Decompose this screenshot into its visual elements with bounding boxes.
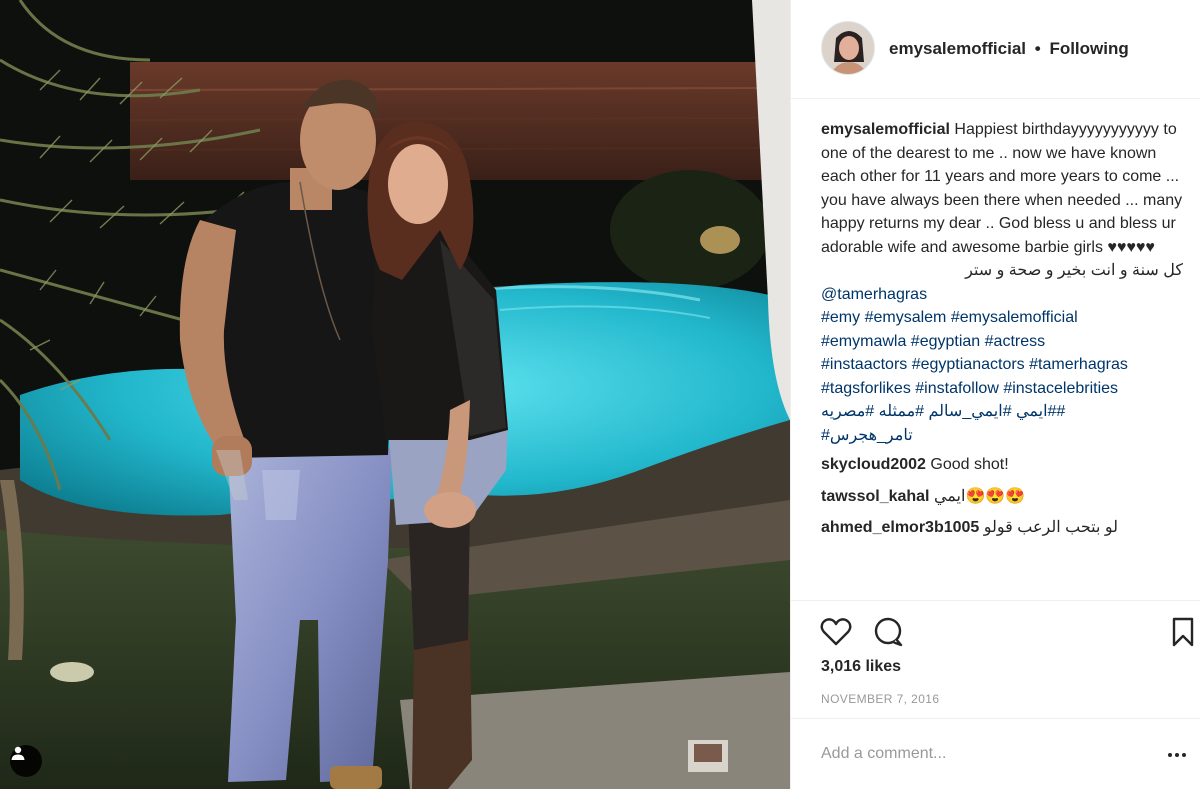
post-header: emysalemofficial • Following bbox=[791, 0, 1200, 99]
post-actions: 3,016 likes NOVEMBER 7, 2016 bbox=[791, 600, 1200, 730]
caption-hashtags-arabic-2[interactable]: #تامر_هجرس bbox=[821, 424, 1183, 448]
post-detail-panel: emysalemofficial • Following emysalemoff… bbox=[790, 0, 1200, 789]
post-photo[interactable] bbox=[0, 0, 790, 789]
avatar[interactable] bbox=[821, 21, 875, 75]
caption-mention[interactable]: @tamerhagras bbox=[821, 283, 1183, 307]
comment-text: ايمي😍😍😍 bbox=[933, 487, 1026, 505]
heart-icon[interactable] bbox=[819, 615, 853, 649]
comment-bubble-icon[interactable] bbox=[871, 615, 905, 649]
caption-username[interactable]: emysalemofficial bbox=[821, 121, 950, 138]
person-tag-icon[interactable] bbox=[10, 745, 42, 777]
comment-item: skycloud2002 Good shot! bbox=[821, 453, 1183, 477]
comments-list: emysalemofficial Happiest birthdayyyyyyy… bbox=[821, 118, 1183, 598]
caption-arabic-line: كل سنة و انت بخير و صحة و ستر bbox=[965, 262, 1183, 279]
caption-hashtags-arabic-1[interactable]: ايمي #ايمي_سالم #ممثله #مصريه## bbox=[821, 400, 1183, 424]
header-separator: • bbox=[1034, 39, 1041, 58]
post-date[interactable]: NOVEMBER 7, 2016 bbox=[821, 692, 939, 706]
likes-count[interactable]: 3,016 likes bbox=[821, 658, 901, 676]
comment-username[interactable]: skycloud2002 bbox=[821, 456, 926, 473]
comment-username[interactable]: tawssol_kahal bbox=[821, 488, 930, 505]
bookmark-icon[interactable] bbox=[1166, 615, 1200, 649]
caption-hashtags-4[interactable]: #tagsforlikes #instafollow #instacelebri… bbox=[821, 377, 1183, 401]
header-username[interactable]: emysalemofficial bbox=[889, 39, 1026, 58]
more-options-icon[interactable] bbox=[1167, 747, 1187, 763]
following-button[interactable]: Following bbox=[1049, 39, 1128, 58]
comment-input[interactable]: Add a comment... bbox=[821, 745, 946, 763]
header-username-line: emysalemofficial • Following bbox=[889, 39, 1129, 59]
comment-item: ahmed_elmor3b1005 لو بتحب الرعب قولو bbox=[821, 516, 1183, 550]
comment-composer[interactable]: Add a comment... bbox=[791, 718, 1200, 789]
caption-hashtags-3[interactable]: #instaactors #egyptianactors #tamerhagra… bbox=[821, 353, 1183, 377]
comment-text: Good shot! bbox=[930, 456, 1009, 473]
comment-username[interactable]: ahmed_elmor3b1005 bbox=[821, 519, 979, 536]
comment-item: tawssol_kahal ايمي😍😍😍 bbox=[821, 485, 1183, 509]
comment-text: لو بتحب الرعب قولو bbox=[983, 519, 1119, 536]
caption-text: Happiest birthdayyyyyyyyyyy to one of th… bbox=[821, 121, 1183, 256]
caption-hashtags-1[interactable]: #emy #emysalem #emysalemofficial bbox=[821, 306, 1183, 330]
caption: emysalemofficial Happiest birthdayyyyyyy… bbox=[821, 118, 1183, 447]
caption-hashtags-2[interactable]: #emymawla #egyptian #actress bbox=[821, 330, 1183, 354]
photo-scene bbox=[0, 0, 790, 789]
